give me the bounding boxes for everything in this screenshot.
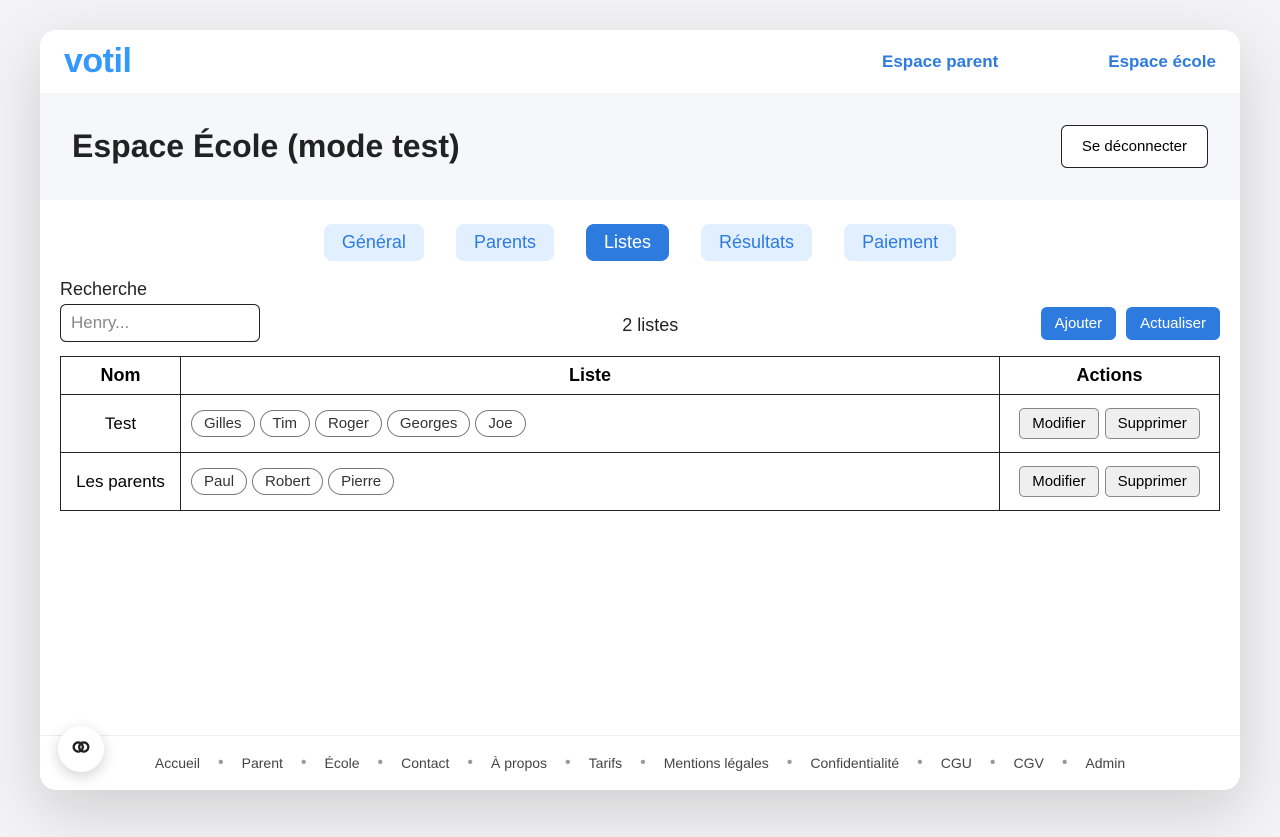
footer-link[interactable]: CGU [941, 755, 972, 771]
col-header-name: Nom [61, 357, 181, 395]
member-chip: Paul [191, 468, 247, 495]
top-links: Espace parent Espace école [882, 52, 1216, 72]
tab-résultats[interactable]: Résultats [701, 224, 812, 261]
footer-link[interactable]: Admin [1085, 755, 1125, 771]
footer-link[interactable]: Parent [242, 755, 283, 771]
nav-espace-ecole[interactable]: Espace école [1108, 52, 1216, 72]
col-header-list: Liste [181, 357, 1000, 395]
count-text: 2 listes [260, 315, 1041, 342]
footer-separator: • [293, 754, 315, 772]
table-wrap: Nom Liste Actions TestGillesTimRogerGeor… [40, 356, 1240, 531]
member-chip: Robert [252, 468, 323, 495]
topbar: votil Espace parent Espace école [40, 30, 1240, 93]
member-chip: Gilles [191, 410, 255, 437]
footer-link[interactable]: Mentions légales [664, 755, 769, 771]
delete-button[interactable]: Supprimer [1105, 466, 1200, 497]
footer-link[interactable]: Confidentialité [810, 755, 899, 771]
tab-paiement[interactable]: Paiement [844, 224, 956, 261]
row-actions: ModifierSupprimer [1000, 453, 1220, 511]
delete-button[interactable]: Supprimer [1105, 408, 1200, 439]
row-members: GillesTimRogerGeorgesJoe [181, 395, 1000, 453]
table-row: Les parentsPaulRobertPierreModifierSuppr… [61, 453, 1220, 511]
footer: Accueil • Parent • École • Contact • À propos • Ta… [40, 735, 1240, 790]
footer-separator: • [557, 754, 579, 772]
app-window: votil Espace parent Espace école Espace … [40, 30, 1240, 790]
footer-link[interactable]: Tarifs [589, 755, 622, 771]
row-name: Les parents [61, 453, 181, 511]
footer-link[interactable]: Accueil [155, 755, 200, 771]
member-chip: Tim [260, 410, 310, 437]
col-header-actions: Actions [1000, 357, 1220, 395]
footer-link[interactable]: École [325, 755, 360, 771]
footer-separator: • [909, 754, 931, 772]
table-row: TestGillesTimRogerGeorgesJoeModifierSupp… [61, 395, 1220, 453]
footer-separator: • [370, 754, 392, 772]
member-chip: Pierre [328, 468, 394, 495]
footer-separator: • [632, 754, 654, 772]
controls-row: Recherche 2 listes Ajouter Actualiser [40, 279, 1240, 356]
row-members: PaulRobertPierre [181, 453, 1000, 511]
member-chip: Joe [475, 410, 525, 437]
footer-separator: • [779, 754, 801, 772]
footer-link[interactable]: À propos [491, 755, 547, 771]
row-name: Test [61, 395, 181, 453]
edit-button[interactable]: Modifier [1019, 466, 1098, 497]
add-button[interactable]: Ajouter [1041, 307, 1117, 340]
action-buttons: Ajouter Actualiser [1041, 307, 1220, 342]
link-icon [70, 736, 92, 763]
tab-général[interactable]: Général [324, 224, 424, 261]
footer-separator: • [459, 754, 481, 772]
search-block: Recherche [60, 279, 260, 342]
footer-link[interactable]: Contact [401, 755, 449, 771]
help-float-button[interactable] [58, 726, 104, 772]
nav-espace-parent[interactable]: Espace parent [882, 52, 998, 72]
tab-parents[interactable]: Parents [456, 224, 554, 261]
page-title: Espace École (mode test) [72, 128, 460, 165]
footer-separator: • [1054, 754, 1076, 772]
tab-listes[interactable]: Listes [586, 224, 669, 261]
member-chip: Georges [387, 410, 471, 437]
logo: votil [64, 42, 131, 81]
member-chip: Roger [315, 410, 382, 437]
lists-table: Nom Liste Actions TestGillesTimRogerGeor… [60, 356, 1220, 511]
edit-button[interactable]: Modifier [1019, 408, 1098, 439]
row-actions: ModifierSupprimer [1000, 395, 1220, 453]
tabs: Général Parents Listes Résultats Paiement [40, 200, 1240, 279]
footer-separator: • [210, 754, 232, 772]
refresh-button[interactable]: Actualiser [1126, 307, 1220, 340]
search-input[interactable] [60, 304, 260, 342]
search-label: Recherche [60, 279, 260, 300]
subheader: Espace École (mode test) Se déconnecter [40, 93, 1240, 200]
footer-separator: • [982, 754, 1004, 772]
logout-button[interactable]: Se déconnecter [1061, 125, 1208, 168]
footer-link[interactable]: CGV [1013, 755, 1043, 771]
